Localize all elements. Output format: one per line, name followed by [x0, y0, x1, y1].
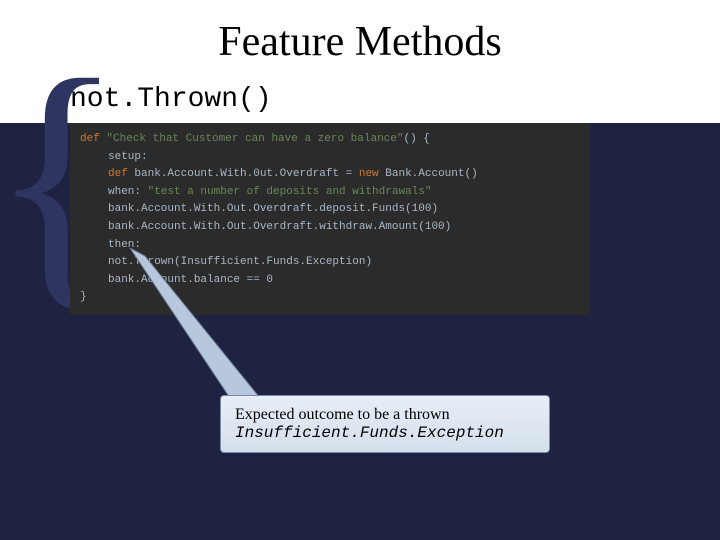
code-line: when: "test a number of deposits and wit… — [80, 184, 580, 202]
code-text: bank.Account.With.Out.Overdraft.withdraw… — [108, 221, 451, 233]
string-literal: "test a number of deposits and withdrawa… — [148, 186, 432, 198]
code-line: bank.Account.With.Out.Overdraft.withdraw… — [80, 219, 580, 237]
code-text: Bank.Account() — [379, 168, 478, 180]
label-when: when: — [108, 186, 148, 198]
callout-arrow — [120, 248, 320, 408]
code-text: () { — [403, 133, 429, 145]
keyword-def: def — [80, 133, 100, 145]
string-literal: "Check that Customer can have a zero bal… — [106, 133, 403, 145]
code-line: def "Check that Customer can have a zero… — [80, 131, 580, 149]
code-line: def bank.Account.With.0ut.Overdraft = ne… — [80, 166, 580, 184]
code-line: bank.Account.With.Out.Overdraft.deposit.… — [80, 201, 580, 219]
callout-box: Expected outcome to be a thrown Insuffic… — [220, 395, 550, 453]
callout-text: Expected outcome to be a thrown — [235, 406, 535, 424]
code-line: setup: — [80, 149, 580, 167]
label-setup: setup: — [108, 151, 148, 163]
keyword-new: new — [359, 168, 379, 180]
keyword-def: def — [108, 168, 128, 180]
code-text: bank.Account.With.Out.Overdraft.deposit.… — [108, 203, 438, 215]
callout-code: Insufficient.Funds.Exception — [235, 424, 535, 442]
code-text: } — [80, 291, 87, 303]
code-text: bank.Account.With.0ut.Overdraft = — [128, 168, 359, 180]
